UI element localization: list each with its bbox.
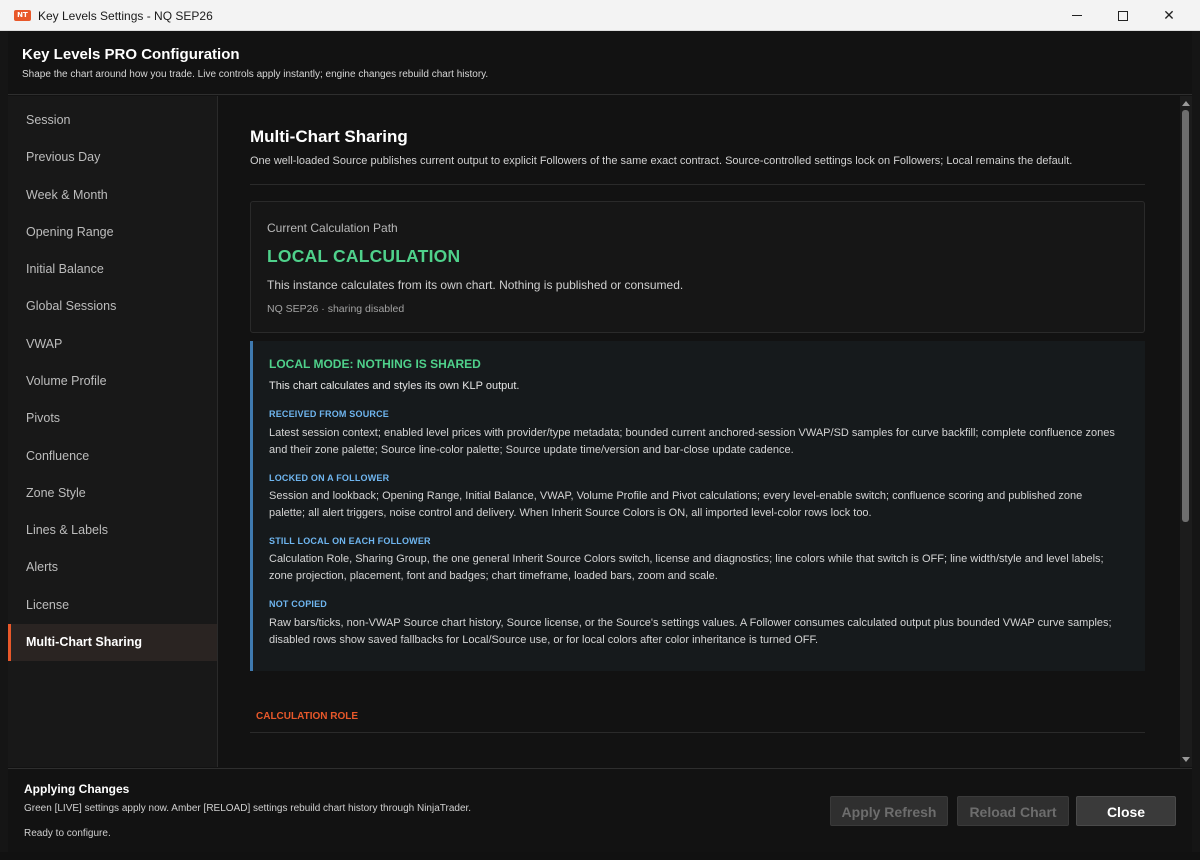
sidebar-item-zone-style[interactable]: Zone Style [8,475,217,512]
sidebar-item-volume-profile[interactable]: Volume Profile [8,363,217,400]
calculation-path-card: Current Calculation Path LOCAL CALCULATI… [250,201,1145,333]
sharing-info-box: LOCAL MODE: NOTHING IS SHARED This chart… [250,341,1145,671]
app-logo-icon: NT [14,10,31,21]
maximize-button[interactable] [1100,0,1146,31]
info-body-not-copied: Raw bars/ticks, non-VWAP Source chart hi… [269,617,1112,646]
maximize-icon [1118,10,1128,21]
sidebar-item-opening-range[interactable]: Opening Range [8,214,217,251]
sidebar-item-lines-labels[interactable]: Lines & Labels [8,512,217,549]
section-title: Multi-Chart Sharing [250,127,408,146]
info-body-still-local: Calculation Role, Sharing Group, the one… [269,553,1104,582]
path-card-description: This instance calculates from its own ch… [267,278,684,292]
sidebar-item-session[interactable]: Session [8,102,217,139]
section-description: One well-loaded Source publishes current… [250,155,1073,167]
info-heading-not-copied: NOT COPIED [269,599,328,609]
settings-window: NT Key Levels Settings - NQ SEP26 ✕ Key … [0,0,1200,860]
sidebar-item-global-sessions[interactable]: Global Sessions [8,288,217,325]
info-heading-received: RECEIVED FROM SOURCE [269,409,390,419]
status-text: Ready to configure. [24,828,111,839]
section-divider [250,184,1145,185]
path-card-meta: NQ SEP26 · sharing disabled [267,303,405,315]
sidebar-item-license[interactable]: License [8,587,217,624]
info-title: LOCAL MODE: NOTHING IS SHARED [269,357,481,371]
info-heading-still-local: STILL LOCAL ON EACH FOLLOWER [269,536,431,546]
background-chart-left [0,31,8,860]
calculation-role-divider [250,732,1145,733]
background-chart-bottom [0,852,1200,860]
settings-footer: Applying Changes Green [LIVE] settings a… [8,768,1192,852]
sidebar-item-alerts[interactable]: Alerts [8,549,217,586]
scroll-up-icon[interactable] [1182,101,1190,106]
path-card-label: Current Calculation Path [267,221,398,235]
config-header: Key Levels PRO Configuration Shape the c… [8,31,1192,95]
footer-title: Applying Changes [24,782,130,796]
window-close-button[interactable]: ✕ [1146,0,1192,31]
minimize-icon [1072,15,1082,16]
info-body-locked: Session and lookback; Opening Range, Ini… [269,490,1083,519]
window-title: Key Levels Settings - NQ SEP26 [38,9,213,23]
reload-chart-button[interactable]: Reload Chart [957,796,1069,826]
sidebar-item-vwap[interactable]: VWAP [8,326,217,363]
footer-description: Green [LIVE] settings apply now. Amber [… [24,803,472,814]
calculation-role-heading: CALCULATION ROLE [256,711,359,722]
apply-refresh-button[interactable]: Apply Refresh [830,796,948,826]
config-subtitle: Shape the chart around how you trade. Li… [22,69,489,80]
path-card-value: LOCAL CALCULATION [267,246,461,266]
info-heading-locked: LOCKED ON A FOLLOWER [269,473,390,483]
sidebar-item-pivots[interactable]: Pivots [8,400,217,437]
sidebar-item-week-month[interactable]: Week & Month [8,177,217,214]
config-title: Key Levels PRO Configuration [22,46,240,63]
settings-content: Multi-Chart Sharing One well-loaded Sour… [219,96,1179,767]
sidebar-item-multi-chart-sharing[interactable]: Multi-Chart Sharing [8,624,217,661]
minimize-button[interactable] [1054,0,1100,31]
scroll-down-icon[interactable] [1182,757,1190,762]
scrollbar-thumb[interactable] [1182,110,1189,522]
close-icon: ✕ [1163,7,1175,23]
background-chart-right [1192,31,1200,860]
sidebar-item-confluence[interactable]: Confluence [8,438,217,475]
close-button[interactable]: Close [1076,796,1176,826]
info-body-received: Latest session context; enabled level pr… [269,427,1115,456]
title-bar[interactable]: NT Key Levels Settings - NQ SEP26 ✕ [0,0,1200,31]
content-scrollbar[interactable] [1180,96,1192,767]
sidebar-item-initial-balance[interactable]: Initial Balance [8,251,217,288]
sidebar-item-previous-day[interactable]: Previous Day [8,139,217,176]
info-lead: This chart calculates and styles its own… [269,380,520,392]
settings-sidebar: Session Previous Day Week & Month Openin… [8,96,218,767]
